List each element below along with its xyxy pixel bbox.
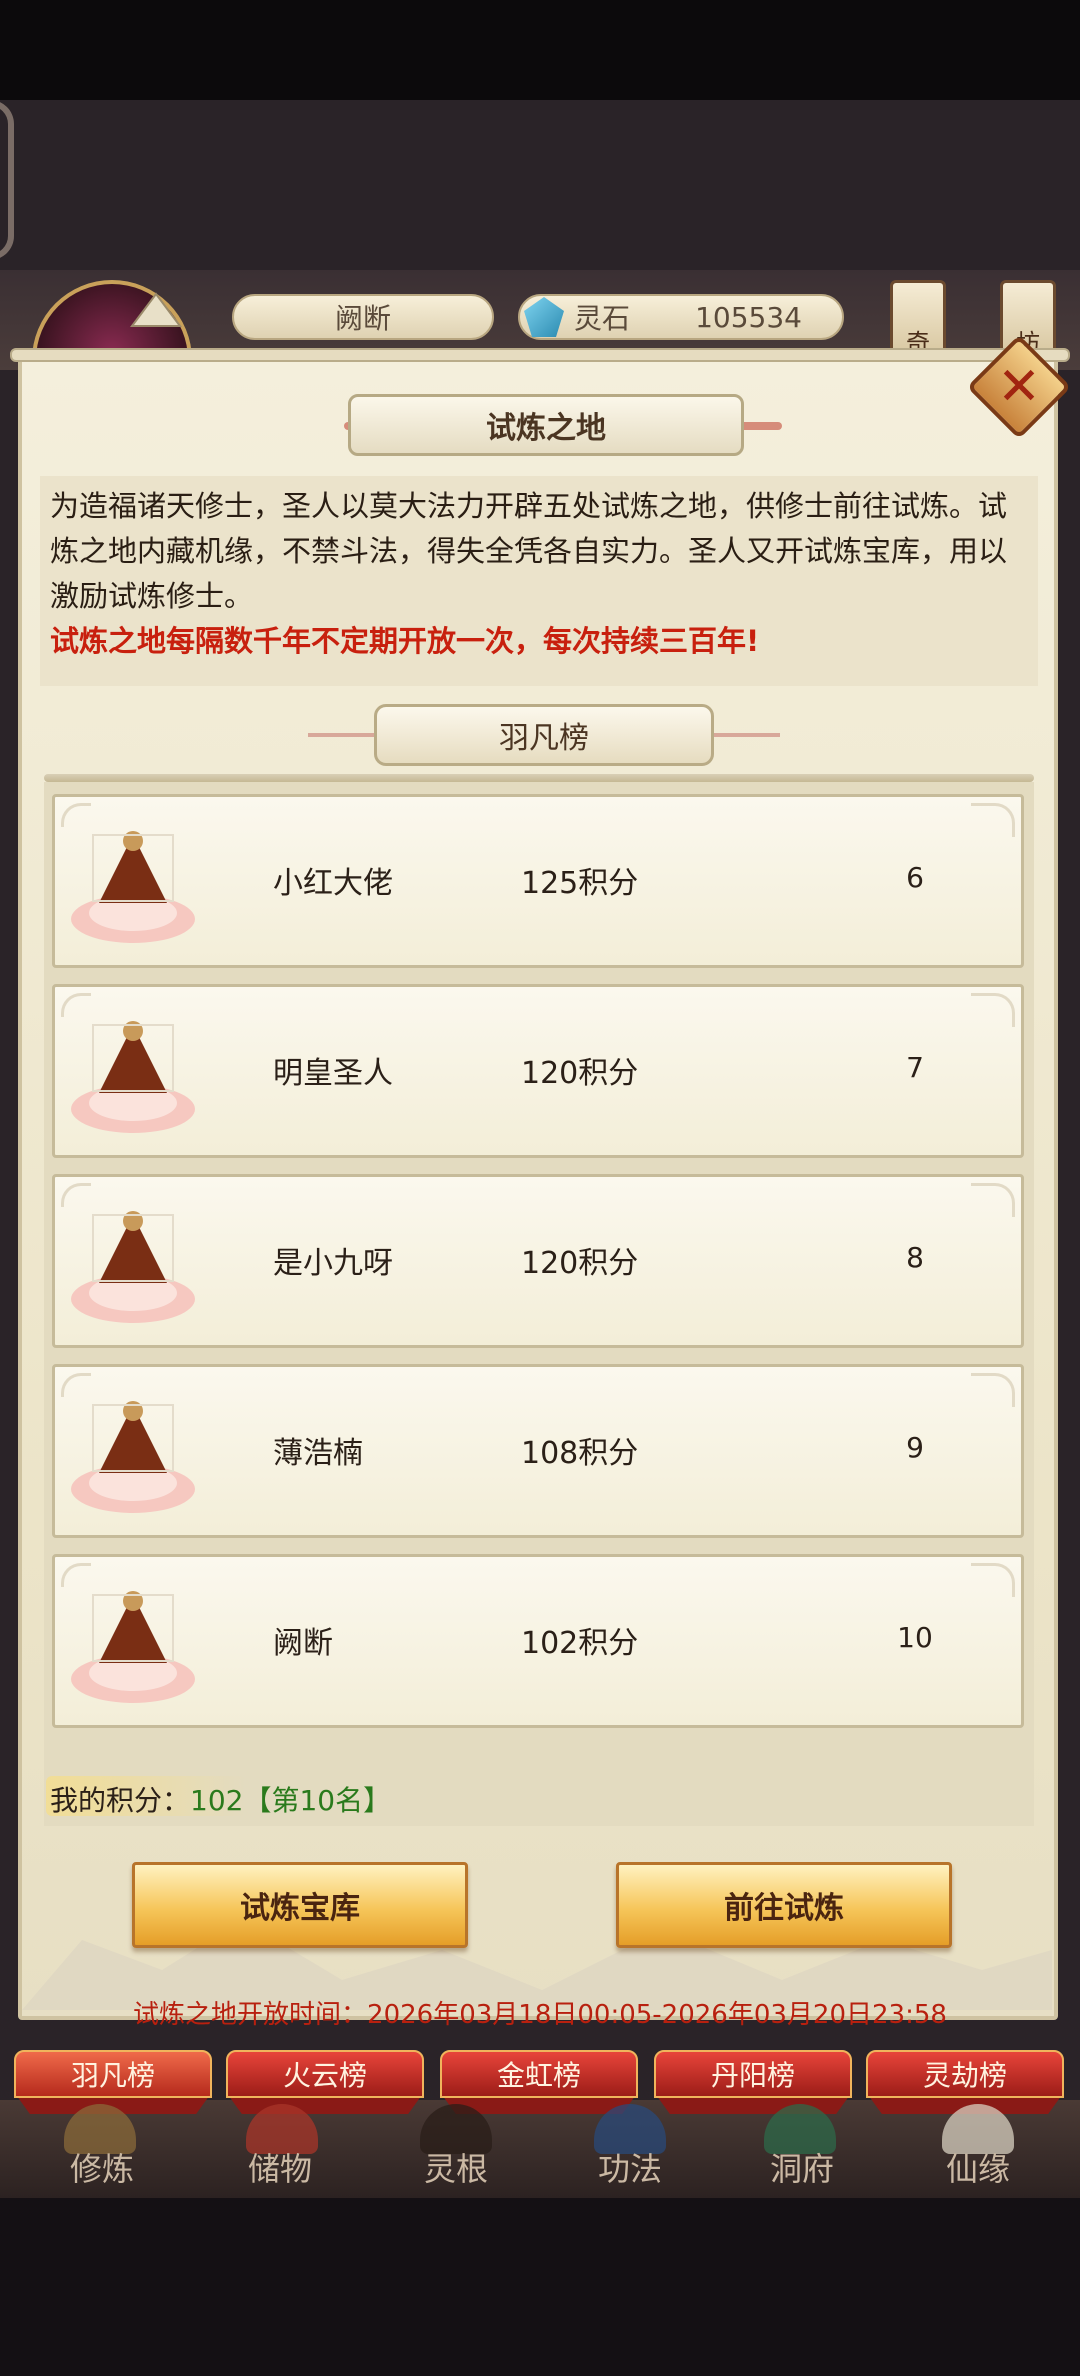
player-name: 是小九呀 bbox=[273, 1246, 393, 1281]
leaderboard-title: 羽凡榜 bbox=[374, 704, 714, 766]
player-name: 阙断 bbox=[273, 1626, 333, 1661]
my-score-value: 102 bbox=[190, 1784, 244, 1817]
player-rank: 8 bbox=[906, 1241, 924, 1274]
lotus-avatar-icon bbox=[71, 1591, 195, 1703]
tab-huoyun[interactable]: 火云榜 bbox=[226, 2050, 424, 2098]
currency-label: 灵石 bbox=[574, 302, 631, 335]
nav-spirit-root[interactable]: 灵根 bbox=[376, 2144, 536, 2190]
list-top-divider bbox=[44, 774, 1034, 782]
go-trial-button[interactable]: 前往试炼 bbox=[616, 1862, 952, 1948]
player-name: 阙断 bbox=[232, 294, 494, 340]
table-row[interactable]: 薄浩楠 108积分 9 bbox=[52, 1364, 1024, 1538]
intro-highlight: 试炼之地每隔数千年不定期开放一次，每次持续三百年! bbox=[50, 624, 760, 658]
my-score-line: 我的积分：102【第10名】 bbox=[50, 1778, 391, 1824]
corner-ornament bbox=[971, 1183, 1015, 1217]
player-rank: 6 bbox=[906, 861, 924, 894]
tab-yufan[interactable]: 羽凡榜 bbox=[14, 2050, 212, 2098]
lotus-avatar-icon bbox=[71, 831, 195, 943]
my-score-label: 我的积分： bbox=[50, 1784, 191, 1817]
section-line-left bbox=[308, 733, 374, 737]
table-row[interactable]: 明皇圣人 120积分 7 bbox=[52, 984, 1024, 1158]
nav-technique[interactable]: 功法 bbox=[550, 2144, 710, 2190]
fan-ornament-icon bbox=[130, 292, 182, 327]
lotus-avatar-icon bbox=[71, 1211, 195, 1323]
close-icon[interactable]: ✕ bbox=[982, 350, 1056, 424]
dialog-title: 试炼之地 bbox=[348, 394, 744, 456]
my-rank: 【第10名】 bbox=[243, 1784, 392, 1817]
player-score: 120积分 bbox=[521, 1056, 639, 1091]
spirit-stone-counter[interactable]: 灵石 105534 bbox=[518, 294, 844, 340]
nav-storage[interactable]: 储物 bbox=[200, 2144, 360, 2190]
player-rank: 7 bbox=[906, 1051, 924, 1084]
tab-lingjie[interactable]: 灵劫榜 bbox=[866, 2050, 1064, 2098]
nav-cave[interactable]: 洞府 bbox=[722, 2144, 882, 2190]
table-row[interactable]: 小红大佬 125积分 6 bbox=[52, 794, 1024, 968]
corner-ornament bbox=[971, 1563, 1015, 1597]
player-name: 薄浩楠 bbox=[273, 1436, 363, 1471]
player-score: 125积分 bbox=[521, 866, 639, 901]
corner-ornament bbox=[971, 1373, 1015, 1407]
corner-ornament bbox=[971, 993, 1015, 1027]
table-row[interactable]: 是小九呀 120积分 8 bbox=[52, 1174, 1024, 1348]
tab-danyang[interactable]: 丹阳榜 bbox=[654, 2050, 852, 2098]
lotus-avatar-icon bbox=[71, 1021, 195, 1133]
player-rank: 10 bbox=[897, 1621, 933, 1654]
lotus-avatar-icon bbox=[71, 1401, 195, 1513]
system-nav-area bbox=[0, 2198, 1080, 2376]
player-name: 明皇圣人 bbox=[273, 1056, 393, 1091]
nav-cultivate[interactable]: 修炼 bbox=[22, 2144, 182, 2190]
player-rank: 9 bbox=[906, 1431, 924, 1464]
currency-value: 105534 bbox=[695, 300, 802, 334]
player-score: 108积分 bbox=[521, 1436, 639, 1471]
status-bar-area bbox=[0, 0, 1080, 100]
treasury-button[interactable]: 试炼宝库 bbox=[132, 1862, 468, 1948]
side-drawer-handle[interactable] bbox=[0, 100, 14, 260]
player-score: 102积分 bbox=[521, 1626, 639, 1661]
player-score: 120积分 bbox=[521, 1246, 639, 1281]
open-time-text: 试炼之地开放时间：2026年03月18日00:05-2026年03月20日23:… bbox=[133, 2000, 947, 2030]
intro-box: 为造福诸天修士，圣人以莫大法力开辟五处试炼之地，供修士前往试炼。试炼之地内藏机缘… bbox=[40, 476, 1038, 686]
intro-text: 为造福诸天修士，圣人以莫大法力开辟五处试炼之地，供修士前往试炼。试炼之地内藏机缘… bbox=[50, 489, 1008, 613]
spirit-stone-icon bbox=[524, 297, 564, 337]
player-name: 小红大佬 bbox=[273, 866, 393, 901]
nav-fate[interactable]: 仙缘 bbox=[898, 2144, 1058, 2190]
tab-jinhong[interactable]: 金虹榜 bbox=[440, 2050, 638, 2098]
dialog-top-rod bbox=[10, 348, 1070, 362]
section-line-right bbox=[714, 733, 780, 737]
table-row[interactable]: 阙断 102积分 10 bbox=[52, 1554, 1024, 1728]
corner-ornament bbox=[971, 803, 1015, 837]
